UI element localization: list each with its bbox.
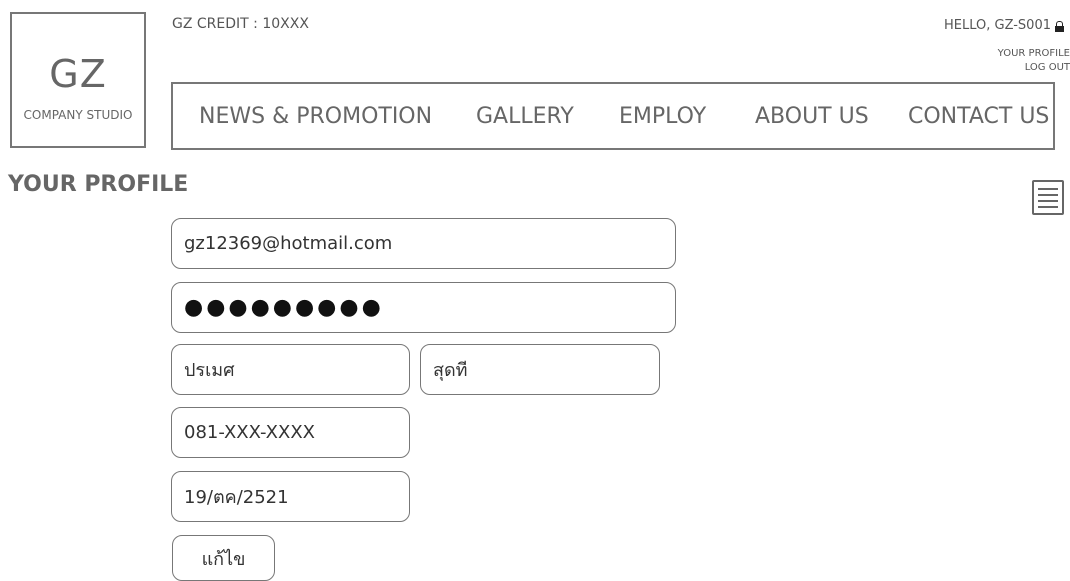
logo-subtitle: COMPANY STUDIO [23,108,133,122]
phone-value: 081-XXX-XXXX [184,422,315,443]
last-name-field[interactable]: สุดที [420,344,660,395]
nav-gallery[interactable]: GALLERY [476,104,574,129]
first-name-field[interactable]: ปรเมศ [171,344,410,395]
hamburger-menu-icon[interactable] [1032,180,1064,215]
birthdate-field[interactable]: 19/ตค/2521 [171,471,410,522]
your-profile-link[interactable]: YOUR PROFILE [998,48,1070,59]
logo-text: GZ [49,52,107,96]
birthdate-value: 19/ตค/2521 [184,487,289,508]
email-field[interactable]: gz12369@hotmail.com [171,218,676,269]
user-greeting: HELLO, GZ-S001 [944,18,1064,33]
nav-employ[interactable]: EMPLOY [619,104,706,129]
password-field[interactable]: ●●●●●●●●● [171,282,676,333]
logout-link[interactable]: LOG OUT [1025,62,1070,73]
nav-news-promotion[interactable]: NEWS & PROMOTION [199,104,432,129]
main-nav: NEWS & PROMOTION GALLERY EMPLOY ABOUT US… [171,82,1055,150]
credit-display: GZ CREDIT : 10XXX [172,16,309,32]
email-value: gz12369@hotmail.com [184,233,393,254]
nav-contact-us[interactable]: CONTACT US [908,104,1049,129]
first-name-value: ปรเมศ [184,360,235,381]
phone-field[interactable]: 081-XXX-XXXX [171,407,410,458]
lock-icon [1055,20,1064,32]
nav-about-us[interactable]: ABOUT US [755,104,869,129]
page-title: YOUR PROFILE [8,172,189,197]
password-value: ●●●●●●●●● [184,295,384,320]
edit-button[interactable]: แก้ไข [172,535,275,581]
logo[interactable]: GZ COMPANY STUDIO [10,12,146,148]
greeting-text: HELLO, GZ-S001 [943,18,1051,33]
last-name-value: สุดที [433,360,468,381]
